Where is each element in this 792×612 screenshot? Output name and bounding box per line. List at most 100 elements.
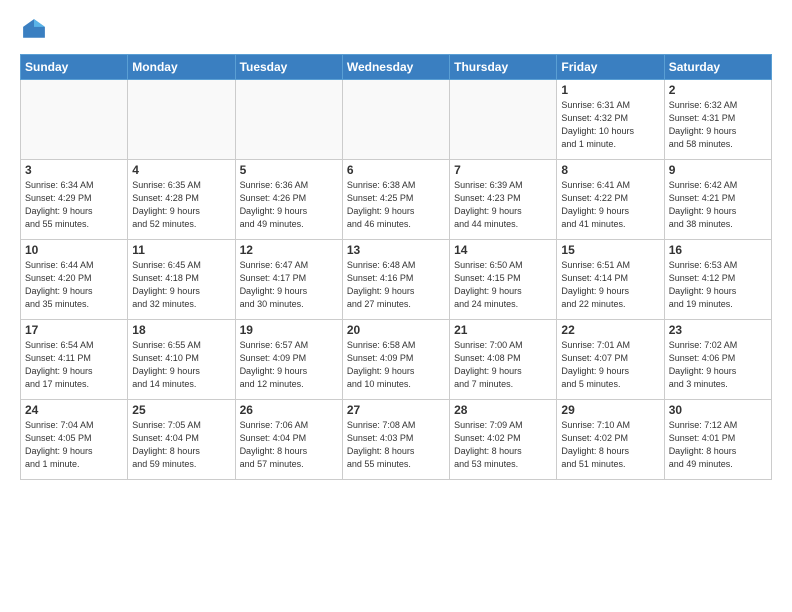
day-cell: 14Sunrise: 6:50 AM Sunset: 4:15 PM Dayli… bbox=[450, 240, 557, 320]
day-cell: 13 Sunrise: 6:48 AM Sunset: 4:16 PM Dayli… bbox=[342, 240, 449, 320]
day-info: Sunrise: 7:12 AM Sunset: 4:01 PM Dayligh… bbox=[669, 419, 767, 471]
day-info: Sunrise: 7:10 AM Sunset: 4:02 PM Dayligh… bbox=[561, 419, 659, 471]
day-number: 15 bbox=[561, 243, 659, 257]
day-number: 9 bbox=[669, 163, 767, 177]
day-number: 6 bbox=[347, 163, 445, 177]
day-number: 26 bbox=[240, 403, 338, 417]
day-cell bbox=[128, 80, 235, 160]
day-cell: 27 Sunrise: 7:08 AM Sunset: 4:03 PM Dayli… bbox=[342, 400, 449, 480]
day-cell: 15 Sunrise: 6:51 AM Sunset: 4:14 PM Dayli… bbox=[557, 240, 664, 320]
day-number: 28 bbox=[454, 403, 552, 417]
day-cell: 22Sunrise: 7:01 AM Sunset: 4:07 PM Dayli… bbox=[557, 320, 664, 400]
day-number: 30 bbox=[669, 403, 767, 417]
day-number: 29 bbox=[561, 403, 659, 417]
day-number: 11 bbox=[132, 243, 230, 257]
day-number: 16 bbox=[669, 243, 767, 257]
day-info: Sunrise: 6:35 AM Sunset: 4:28 PM Dayligh… bbox=[132, 179, 230, 231]
day-number: 24 bbox=[25, 403, 123, 417]
day-info: Sunrise: 7:06 AM Sunset: 4:04 PM Dayligh… bbox=[240, 419, 338, 471]
weekday-header-thursday: Thursday bbox=[450, 55, 557, 80]
day-number: 27 bbox=[347, 403, 445, 417]
day-cell: 30 Sunrise: 7:12 AM Sunset: 4:01 PM Dayli… bbox=[664, 400, 771, 480]
week-row-3: 17 Sunrise: 6:54 AM Sunset: 4:11 PM Dayli… bbox=[21, 320, 772, 400]
day-info: Sunrise: 6:32 AM Sunset: 4:31 PM Dayligh… bbox=[669, 99, 767, 151]
weekday-header-friday: Friday bbox=[557, 55, 664, 80]
day-cell: 25 Sunrise: 7:05 AM Sunset: 4:04 PM Dayli… bbox=[128, 400, 235, 480]
day-info: Sunrise: 7:09 AM Sunset: 4:02 PM Dayligh… bbox=[454, 419, 552, 471]
day-number: 19 bbox=[240, 323, 338, 337]
day-info: Sunrise: 6:44 AM Sunset: 4:20 PM Dayligh… bbox=[25, 259, 123, 311]
day-info: Sunrise: 6:36 AM Sunset: 4:26 PM Dayligh… bbox=[240, 179, 338, 231]
day-cell: 24Sunrise: 7:04 AM Sunset: 4:05 PM Dayli… bbox=[21, 400, 128, 480]
day-cell: 10 Sunrise: 6:44 AM Sunset: 4:20 PM Dayli… bbox=[21, 240, 128, 320]
week-row-2: 10 Sunrise: 6:44 AM Sunset: 4:20 PM Dayli… bbox=[21, 240, 772, 320]
day-cell bbox=[342, 80, 449, 160]
week-row-4: 24Sunrise: 7:04 AM Sunset: 4:05 PM Dayli… bbox=[21, 400, 772, 480]
day-info: Sunrise: 6:57 AM Sunset: 4:09 PM Dayligh… bbox=[240, 339, 338, 391]
day-cell: 6Sunrise: 6:38 AM Sunset: 4:25 PM Daylig… bbox=[342, 160, 449, 240]
day-cell: 9 Sunrise: 6:42 AM Sunset: 4:21 PM Daylig… bbox=[664, 160, 771, 240]
weekday-header-saturday: Saturday bbox=[664, 55, 771, 80]
logo bbox=[20, 16, 52, 44]
day-cell: 26 Sunrise: 7:06 AM Sunset: 4:04 PM Dayli… bbox=[235, 400, 342, 480]
weekday-header-monday: Monday bbox=[128, 55, 235, 80]
day-cell: 11 Sunrise: 6:45 AM Sunset: 4:18 PM Dayli… bbox=[128, 240, 235, 320]
day-cell: 20 Sunrise: 6:58 AM Sunset: 4:09 PM Dayli… bbox=[342, 320, 449, 400]
day-cell: 2 Sunrise: 6:32 AM Sunset: 4:31 PM Daylig… bbox=[664, 80, 771, 160]
day-number: 7 bbox=[454, 163, 552, 177]
day-info: Sunrise: 6:55 AM Sunset: 4:10 PM Dayligh… bbox=[132, 339, 230, 391]
day-cell: 1Sunrise: 6:31 AM Sunset: 4:32 PM Daylig… bbox=[557, 80, 664, 160]
day-info: Sunrise: 6:45 AM Sunset: 4:18 PM Dayligh… bbox=[132, 259, 230, 311]
day-number: 5 bbox=[240, 163, 338, 177]
day-number: 21 bbox=[454, 323, 552, 337]
day-number: 13 bbox=[347, 243, 445, 257]
day-number: 1 bbox=[561, 83, 659, 97]
day-cell: 18 Sunrise: 6:55 AM Sunset: 4:10 PM Dayli… bbox=[128, 320, 235, 400]
day-info: Sunrise: 6:41 AM Sunset: 4:22 PM Dayligh… bbox=[561, 179, 659, 231]
day-number: 25 bbox=[132, 403, 230, 417]
day-cell: 21 Sunrise: 7:00 AM Sunset: 4:08 PM Dayli… bbox=[450, 320, 557, 400]
day-info: Sunrise: 6:58 AM Sunset: 4:09 PM Dayligh… bbox=[347, 339, 445, 391]
day-info: Sunrise: 7:00 AM Sunset: 4:08 PM Dayligh… bbox=[454, 339, 552, 391]
day-cell bbox=[450, 80, 557, 160]
day-cell: 28 Sunrise: 7:09 AM Sunset: 4:02 PM Dayli… bbox=[450, 400, 557, 480]
day-cell bbox=[21, 80, 128, 160]
day-cell: 5 Sunrise: 6:36 AM Sunset: 4:26 PM Daylig… bbox=[235, 160, 342, 240]
day-cell: 3Sunrise: 6:34 AM Sunset: 4:29 PM Daylig… bbox=[21, 160, 128, 240]
day-cell: 23Sunrise: 7:02 AM Sunset: 4:06 PM Dayli… bbox=[664, 320, 771, 400]
calendar: SundayMondayTuesdayWednesdayThursdayFrid… bbox=[20, 54, 772, 480]
day-cell: 8Sunrise: 6:41 AM Sunset: 4:22 PM Daylig… bbox=[557, 160, 664, 240]
day-cell: 7 Sunrise: 6:39 AM Sunset: 4:23 PM Daylig… bbox=[450, 160, 557, 240]
day-info: Sunrise: 6:51 AM Sunset: 4:14 PM Dayligh… bbox=[561, 259, 659, 311]
day-number: 10 bbox=[25, 243, 123, 257]
day-number: 4 bbox=[132, 163, 230, 177]
day-info: Sunrise: 6:47 AM Sunset: 4:17 PM Dayligh… bbox=[240, 259, 338, 311]
day-cell bbox=[235, 80, 342, 160]
day-number: 17 bbox=[25, 323, 123, 337]
day-cell: 16 Sunrise: 6:53 AM Sunset: 4:12 PM Dayli… bbox=[664, 240, 771, 320]
day-cell: 19 Sunrise: 6:57 AM Sunset: 4:09 PM Dayli… bbox=[235, 320, 342, 400]
day-number: 3 bbox=[25, 163, 123, 177]
weekday-header-wednesday: Wednesday bbox=[342, 55, 449, 80]
week-row-0: 1Sunrise: 6:31 AM Sunset: 4:32 PM Daylig… bbox=[21, 80, 772, 160]
page: SundayMondayTuesdayWednesdayThursdayFrid… bbox=[0, 0, 792, 612]
day-info: Sunrise: 6:54 AM Sunset: 4:11 PM Dayligh… bbox=[25, 339, 123, 391]
day-cell: 12Sunrise: 6:47 AM Sunset: 4:17 PM Dayli… bbox=[235, 240, 342, 320]
weekday-header-sunday: Sunday bbox=[21, 55, 128, 80]
week-row-1: 3Sunrise: 6:34 AM Sunset: 4:29 PM Daylig… bbox=[21, 160, 772, 240]
day-info: Sunrise: 6:39 AM Sunset: 4:23 PM Dayligh… bbox=[454, 179, 552, 231]
day-cell: 29 Sunrise: 7:10 AM Sunset: 4:02 PM Dayli… bbox=[557, 400, 664, 480]
day-number: 22 bbox=[561, 323, 659, 337]
day-info: Sunrise: 6:53 AM Sunset: 4:12 PM Dayligh… bbox=[669, 259, 767, 311]
day-number: 14 bbox=[454, 243, 552, 257]
day-info: Sunrise: 7:08 AM Sunset: 4:03 PM Dayligh… bbox=[347, 419, 445, 471]
day-cell: 4 Sunrise: 6:35 AM Sunset: 4:28 PM Daylig… bbox=[128, 160, 235, 240]
logo-icon bbox=[20, 16, 48, 44]
day-info: Sunrise: 7:05 AM Sunset: 4:04 PM Dayligh… bbox=[132, 419, 230, 471]
day-number: 20 bbox=[347, 323, 445, 337]
day-number: 2 bbox=[669, 83, 767, 97]
weekday-header-tuesday: Tuesday bbox=[235, 55, 342, 80]
day-info: Sunrise: 6:48 AM Sunset: 4:16 PM Dayligh… bbox=[347, 259, 445, 311]
day-info: Sunrise: 6:42 AM Sunset: 4:21 PM Dayligh… bbox=[669, 179, 767, 231]
day-number: 18 bbox=[132, 323, 230, 337]
